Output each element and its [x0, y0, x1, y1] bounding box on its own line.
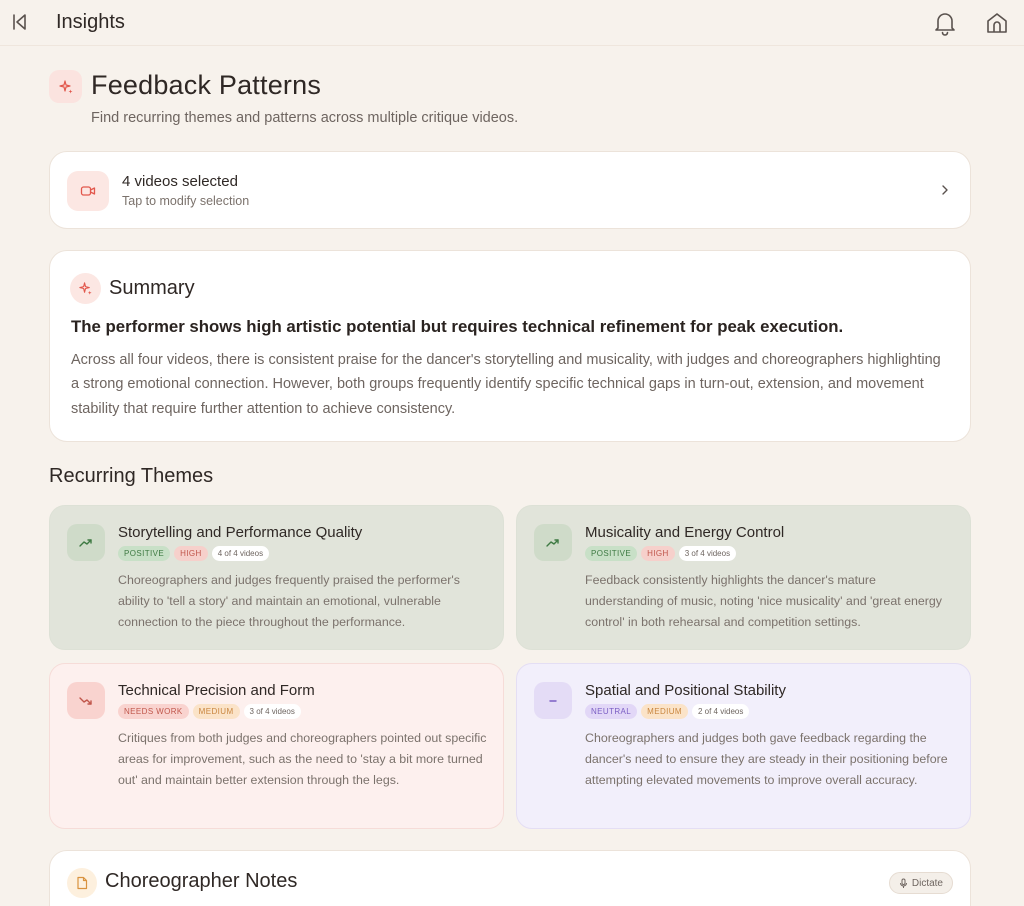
video-camera-icon [80, 186, 96, 196]
page-subtitle: Find recurring themes and patterns acros… [91, 110, 519, 126]
video-count-badge: 4 of 4 videos [211, 546, 270, 561]
video-count-badge: 3 of 4 videos [243, 704, 301, 719]
chevron-right-icon [942, 185, 948, 195]
theme-icon-badge [67, 524, 105, 561]
priority-badge: MEDIUM [192, 704, 240, 719]
video-icon-badge [67, 171, 109, 211]
trending-down-icon [79, 696, 92, 705]
theme-description: Choreographers and judges both gave feed… [585, 731, 948, 787]
dictate-button[interactable]: Dictate [888, 872, 953, 894]
collapse-left-icon [13, 14, 26, 30]
sentiment-badge: NEEDS WORK [118, 704, 189, 719]
selection-hint: Tap to modify selection [122, 194, 250, 208]
theme-description: Feedback consistently highlights the dan… [585, 573, 942, 629]
theme-description: Critiques from both judges and choreogra… [118, 731, 487, 787]
summary-title: Summary [109, 277, 195, 299]
home-button[interactable] [982, 8, 1012, 38]
theme-tags: NEUTRAL MEDIUM 2 of 4 videos [585, 704, 750, 719]
theme-tags: NEEDS WORK MEDIUM 3 of 4 videos [118, 704, 301, 719]
theme-title: Storytelling and Performance Quality [118, 524, 363, 541]
theme-icon-badge [534, 524, 572, 561]
theme-title: Musicality and Energy Control [585, 524, 785, 541]
priority-badge: MEDIUM [641, 704, 688, 719]
trending-up-icon [79, 538, 92, 547]
themes-section-title: Recurring Themes [49, 465, 214, 487]
selection-count: 4 videos selected [122, 173, 238, 190]
bell-icon [935, 13, 955, 36]
sparkle-icon [58, 79, 72, 93]
theme-icon-badge [67, 682, 105, 719]
top-bar: Insights [0, 0, 1024, 46]
theme-card[interactable]: Musicality and Energy Control POSITIVE H… [516, 505, 971, 650]
microphone-icon [899, 878, 907, 888]
theme-title: Spatial and Positional Stability [585, 682, 786, 699]
summary-card: Summary The performer shows high artisti… [49, 250, 971, 442]
app-title: Insights [56, 11, 125, 33]
theme-title: Technical Precision and Form [118, 682, 315, 699]
theme-description: Choreographers and judges frequently pra… [118, 573, 460, 629]
trending-up-icon [546, 538, 559, 547]
notifications-button[interactable] [930, 8, 960, 38]
dictate-label: Dictate [911, 877, 943, 889]
sparkle-icon [79, 282, 92, 295]
page-title: Feedback Patterns [91, 70, 322, 100]
summary-headline: The performer shows high artistic potent… [71, 317, 844, 336]
theme-card[interactable]: Storytelling and Performance Quality POS… [49, 505, 504, 650]
collapse-back-button[interactable] [6, 8, 34, 36]
theme-icon-badge [534, 682, 572, 719]
theme-card[interactable]: Technical Precision and Form NEEDS WORK … [49, 663, 504, 829]
theme-card[interactable]: Spatial and Positional Stability NEUTRAL… [516, 663, 971, 829]
minus-icon [549, 699, 557, 702]
notes-icon-badge [67, 868, 97, 898]
sentiment-badge: POSITIVE [118, 546, 171, 561]
home-icon [987, 13, 1007, 33]
choreographer-notes-card: Choreographer Notes Dictate [49, 850, 971, 906]
notes-title: Choreographer Notes [105, 870, 298, 892]
sentiment-badge: POSITIVE [585, 546, 638, 561]
sentiment-badge: NEUTRAL [585, 704, 638, 719]
note-icon [77, 876, 88, 890]
summary-body: Across all four videos, there is consist… [71, 352, 941, 417]
header-badge [49, 70, 82, 103]
priority-badge: HIGH [641, 546, 675, 561]
video-count-badge: 3 of 4 videos [678, 546, 737, 561]
theme-tags: POSITIVE HIGH 4 of 4 videos [118, 546, 270, 561]
theme-tags: POSITIVE HIGH 3 of 4 videos [585, 546, 737, 561]
priority-badge: HIGH [174, 546, 208, 561]
summary-icon-badge [70, 273, 101, 304]
video-count-badge: 2 of 4 videos [691, 704, 750, 719]
video-selection-card[interactable]: 4 videos selected Tap to modify selectio… [49, 151, 971, 229]
